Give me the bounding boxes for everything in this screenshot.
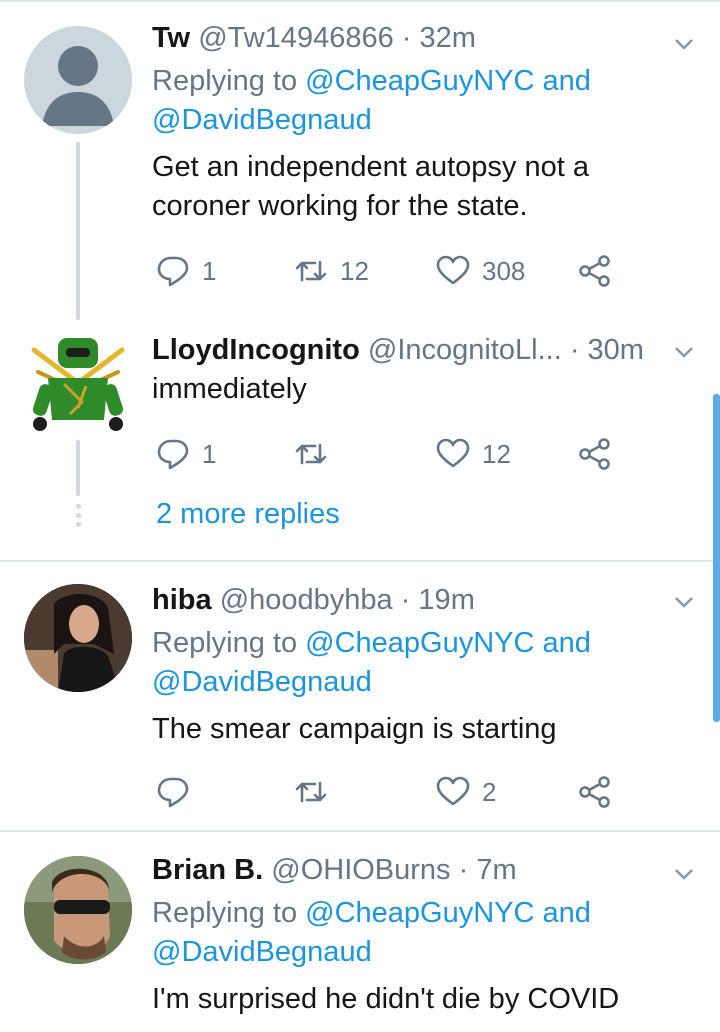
display-name[interactable]: Tw [152,22,190,54]
retweet-count: 12 [340,255,369,286]
tweet-header: Tw @Tw14946866 · 32m [152,20,680,56]
mention-link[interactable]: @DavidBegnaud [152,666,372,698]
timestamp[interactable]: · 32m [402,22,476,54]
retweet-button[interactable] [294,436,340,472]
share-icon [579,255,610,287]
replying-to: Replying to @CheapGuyNYC and @DavidBegna… [152,65,591,136]
retweet-icon [295,781,327,803]
like-button[interactable]: 12 [436,436,511,472]
share-button[interactable] [578,774,612,810]
thread-line [76,142,80,320]
thread-line [76,440,80,496]
tweet-text: immediately [152,373,307,405]
tweet-tw[interactable]: Tw @Tw14946866 · 32m Replying to @CheapG… [0,0,720,320]
heart-icon [436,438,470,468]
tweet-lloydincognito[interactable]: LloydIncognito @IncognitoLl... · 30m imm… [0,320,720,560]
reply-count: 1 [202,438,217,469]
chevron-down-icon[interactable] [670,588,698,616]
tweet-header: Brian B. @OHIOBurns · 7m [152,852,680,888]
reply-icon [157,439,189,470]
handle[interactable]: @IncognitoLl... [368,334,562,366]
reply-icon [157,777,189,808]
tweet-text: Get an independent autopsy not a coroner… [152,151,589,222]
replying-to: Replying to @CheapGuyNYC and @DavidBegna… [152,897,591,968]
reply-count: 1 [202,255,217,286]
retweet-button[interactable] [294,774,340,810]
share-button[interactable] [578,253,612,289]
tweet-hiba[interactable]: hiba @hoodbyhba · 19m Replying to @Cheap… [0,562,720,830]
tweet-brian-b[interactable]: Brian B. @OHIOBurns · 7m Replying to @Ch… [0,832,720,1032]
avatar-photo[interactable] [24,584,132,692]
handle[interactable]: @OHIOBurns [271,854,450,886]
chevron-down-icon[interactable] [670,30,698,58]
like-button[interactable]: 2 [436,774,496,810]
display-name[interactable]: LloydIncognito [152,334,360,366]
chevron-down-icon[interactable] [670,338,698,366]
retweet-icon [295,260,327,282]
more-replies-link[interactable]: 2 more replies [156,498,340,531]
mention-link[interactable]: @CheapGuyNYC [305,897,534,929]
thread-dots [73,504,83,531]
handle[interactable]: @Tw14946866 [198,22,394,54]
like-count: 12 [482,438,511,469]
avatar-lego-ninja[interactable] [24,328,132,436]
scrollbar[interactable] [713,394,720,722]
timestamp[interactable]: · 19m [401,584,475,616]
like-button[interactable]: 308 [436,253,525,289]
mention-link[interactable]: @DavidBegnaud [152,936,372,968]
mention-link[interactable]: @CheapGuyNYC [305,65,534,97]
reply-button[interactable]: 1 [156,253,216,289]
replying-to: Replying to @CheapGuyNYC and @DavidBegna… [152,627,591,698]
mention-link[interactable]: @CheapGuyNYC [305,627,534,659]
heart-icon [436,255,470,285]
tweet-text: The smear campaign is starting [152,713,557,745]
tweet-header: hiba @hoodbyhba · 19m [152,582,680,618]
display-name[interactable]: hiba [152,584,212,616]
tweet-text: I'm surprised he didn't die by COVID [152,983,620,1015]
reply-button[interactable] [156,774,202,810]
tweet-header: LloydIncognito @IncognitoLl... · 30m [152,332,680,368]
like-count: 308 [482,255,526,286]
avatar-photo[interactable] [24,856,132,964]
timestamp[interactable]: · 7m [459,854,517,886]
reply-button[interactable]: 1 [156,436,216,472]
handle[interactable]: @hoodbyhba [220,584,393,616]
display-name[interactable]: Brian B. [152,854,263,886]
chevron-down-icon[interactable] [670,860,698,888]
avatar-default[interactable] [24,26,132,134]
like-count: 2 [482,776,497,807]
share-icon [579,776,610,808]
share-button[interactable] [578,436,612,472]
retweet-icon [295,443,327,465]
reply-icon [157,256,189,287]
retweet-button[interactable]: 12 [294,253,369,289]
share-icon [579,438,610,470]
timestamp[interactable]: · 30m [570,334,644,366]
heart-icon [436,776,470,806]
mention-link[interactable]: @DavidBegnaud [152,104,372,136]
